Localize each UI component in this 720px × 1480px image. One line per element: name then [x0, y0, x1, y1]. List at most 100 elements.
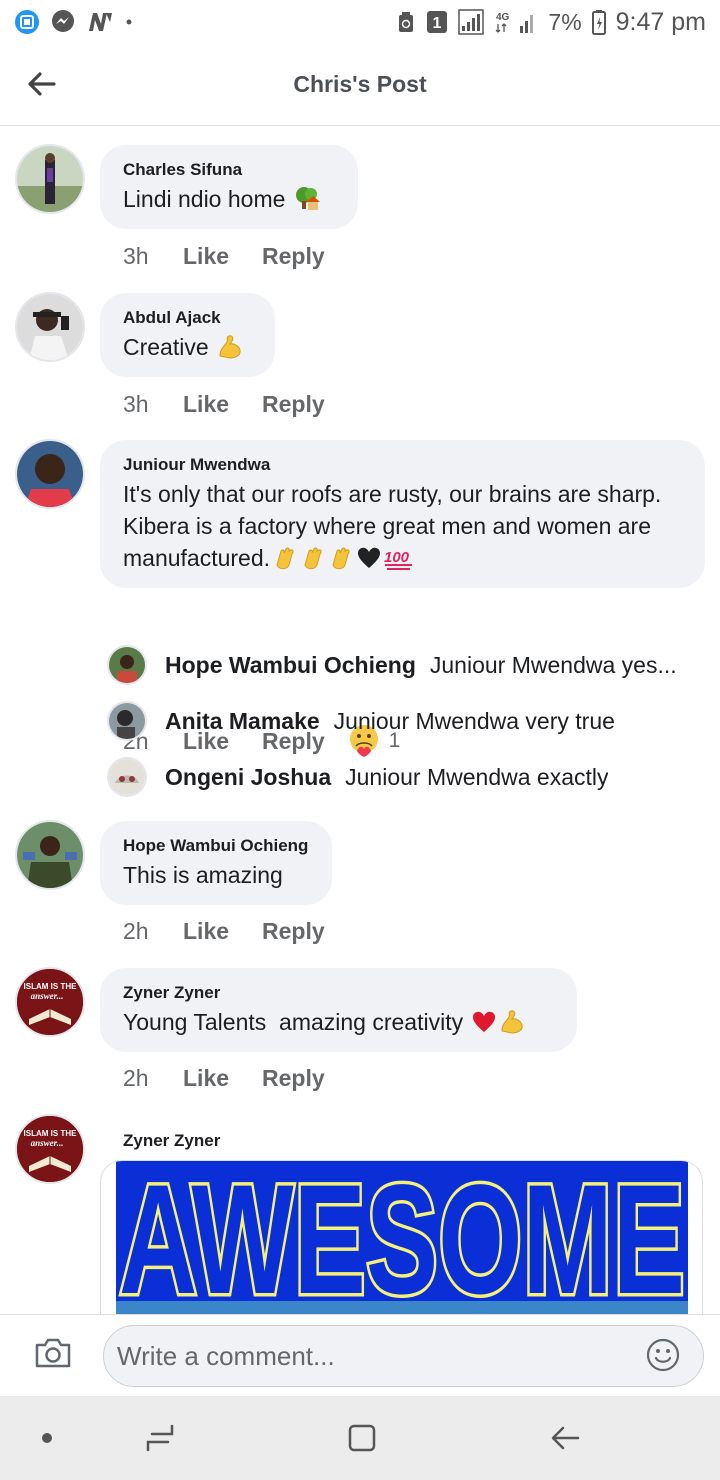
smiley-icon — [646, 1338, 680, 1372]
islam-badge-avatar-icon: ISLAM IS THE answer... — [17, 1116, 83, 1182]
reply-preview[interactable]: Anita Mamake Juniour Mwendwa very true — [107, 699, 687, 743]
avatar-photo-icon — [109, 703, 145, 739]
status-bar-left — [14, 9, 134, 35]
nav-dot-button[interactable] — [27, 1420, 67, 1456]
like-button[interactable]: Like — [183, 1065, 262, 1092]
comment-time: 2h — [123, 1064, 149, 1091]
avatar-photo-icon — [109, 759, 145, 795]
comment-bubble[interactable]: Zyner Zyner Young Talents amazing creati… — [100, 968, 577, 1052]
flexed-biceps-emoji-icon — [219, 335, 241, 359]
comment-text: Young Talents amazing creativity — [123, 1006, 555, 1038]
reply-preview[interactable]: Ongeni Joshua Juniour Mwendwa exactly — [107, 755, 687, 799]
dot-icon — [124, 17, 134, 27]
avatar-photo-icon — [109, 647, 145, 683]
reply-author[interactable]: Anita Mamake — [165, 708, 320, 735]
svg-text:100: 100 — [384, 549, 410, 566]
comment-line: manufactured. — [123, 545, 271, 571]
hundred-points-emoji-icon: 100 — [384, 549, 413, 570]
home-button[interactable] — [342, 1420, 382, 1456]
avatar[interactable] — [15, 820, 85, 890]
comment-author[interactable]: Juniour Mwendwa — [123, 454, 683, 476]
comment-author[interactable]: Abdul Ajack — [123, 307, 253, 329]
avatar[interactable] — [107, 701, 147, 741]
avatar[interactable] — [15, 292, 85, 362]
network-4g-icon: 4G — [494, 9, 538, 35]
islam-badge-avatar-icon: ISLAM IS THE answer... — [17, 969, 83, 1035]
comment-actions: 2h Like Reply — [123, 1062, 325, 1094]
svg-text:1: 1 — [433, 15, 442, 32]
comment-bubble[interactable]: Abdul Ajack Creative — [100, 293, 275, 377]
comment-image[interactable]: AWESOME — [100, 1160, 703, 1314]
comment-author[interactable]: Charles Sifuna — [123, 159, 336, 181]
system-back-button[interactable] — [544, 1420, 584, 1456]
comment-actions: 3h Like Reply — [123, 240, 325, 272]
comment-bubble[interactable]: Juniour Mwendwa It's only that our roofs… — [100, 440, 705, 588]
comment-body: Creative — [123, 334, 209, 360]
system-nav-bar — [0, 1396, 720, 1480]
comments-feed[interactable]: Charles Sifuna Lindi ndio home 3h Like R… — [0, 127, 720, 1314]
like-button[interactable]: Like — [183, 918, 262, 945]
signal-icon — [458, 9, 485, 35]
back-button[interactable] — [24, 66, 60, 102]
comment-text: This is amazing — [123, 862, 283, 888]
reply-author[interactable]: Ongeni Joshua — [165, 764, 331, 791]
comment-author[interactable]: Hope Wambui Ochieng — [123, 835, 310, 857]
comment-author[interactable]: Zyner Zyner — [123, 1130, 220, 1152]
avatar[interactable]: ISLAM IS THE answer... — [15, 967, 85, 1037]
reply-preview[interactable]: Hope Wambui Ochieng Juniour Mwendwa yes.… — [107, 643, 687, 687]
battery-percent: 7% — [548, 8, 582, 35]
avatar[interactable] — [107, 645, 147, 685]
comment-author[interactable]: Zyner Zyner — [123, 982, 555, 1004]
clapping-hands-emoji-icon — [304, 547, 322, 570]
recent-apps-button[interactable] — [140, 1420, 180, 1456]
battery-icon — [591, 9, 606, 35]
screenshot-icon — [14, 9, 40, 35]
news-icon — [86, 10, 114, 34]
comment-time: 2h — [123, 917, 149, 944]
emoji-button[interactable] — [645, 1337, 683, 1375]
like-button[interactable]: Like — [183, 391, 262, 418]
notification-badge-icon: 1 — [426, 10, 448, 34]
comment-input[interactable] — [103, 1325, 704, 1387]
avatar-photo-icon — [17, 294, 83, 360]
comment-composer — [0, 1314, 720, 1396]
dot-icon — [42, 1433, 52, 1443]
avatar[interactable] — [15, 439, 85, 509]
comment-bubble[interactable]: Hope Wambui Ochieng This is amazing — [100, 821, 332, 905]
reply-button[interactable]: Reply — [262, 243, 325, 270]
clapping-hands-emoji-icon — [332, 547, 350, 570]
comment-actions: 3h Like Reply — [123, 388, 325, 420]
avatar[interactable] — [107, 757, 147, 797]
comment-text: Lindi ndio home — [123, 183, 336, 215]
camera-button[interactable] — [34, 1337, 74, 1373]
red-heart-emoji-icon — [473, 1011, 496, 1032]
reply-text: Juniour Mwendwa very true — [333, 707, 615, 734]
comment-text: Creative — [123, 331, 253, 363]
reply-author[interactable]: Hope Wambui Ochieng — [165, 652, 416, 679]
like-button[interactable]: Like — [183, 243, 262, 270]
reply-button[interactable]: Reply — [262, 391, 325, 418]
status-bar-right: 1 4G 7% 9:47 pm — [396, 8, 706, 37]
svg-text:answer...: answer... — [31, 991, 64, 1001]
page-title: Chris's Post — [293, 71, 427, 97]
clapping-hands-emoji-icon — [276, 547, 294, 570]
back-arrow-icon — [28, 72, 56, 96]
comment-line: It's only that our roofs are rusty, our … — [123, 481, 662, 507]
svg-text:4G: 4G — [496, 12, 510, 23]
recycle-icon — [396, 10, 416, 34]
back-icon — [551, 1426, 580, 1450]
avatar-photo-icon — [17, 441, 83, 507]
avatar[interactable] — [15, 144, 85, 214]
reply-button[interactable]: Reply — [262, 1065, 325, 1092]
image-text: AWESOME — [119, 1161, 685, 1314]
svg-text:answer...: answer... — [31, 1138, 64, 1148]
comment-bubble[interactable]: Charles Sifuna Lindi ndio home — [100, 145, 358, 229]
tree-house-emoji-icon — [295, 187, 320, 210]
comment-line: Kibera is a factory where great men and … — [123, 513, 651, 539]
status-bar: 1 4G 7% 9:47 pm — [0, 0, 720, 44]
black-heart-emoji-icon — [358, 547, 381, 568]
comment-line-with-emoji: manufactured. 100 — [123, 542, 683, 574]
avatar[interactable]: ISLAM IS THE answer... — [15, 1114, 85, 1184]
svg-text:ISLAM IS THE: ISLAM IS THE — [24, 982, 78, 991]
reply-button[interactable]: Reply — [262, 918, 325, 945]
